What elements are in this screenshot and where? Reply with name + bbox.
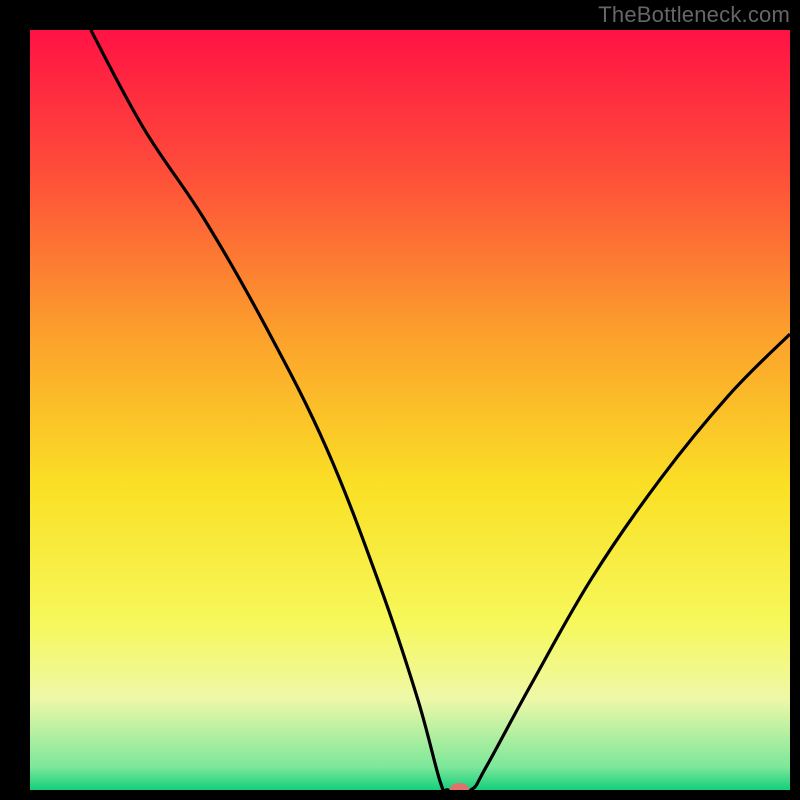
frame-border [0,790,800,800]
frame-border [790,0,800,800]
bottleneck-chart [0,0,800,800]
chart-frame: TheBottleneck.com [0,0,800,800]
watermark-label: TheBottleneck.com [598,2,790,28]
frame-border [0,0,30,800]
